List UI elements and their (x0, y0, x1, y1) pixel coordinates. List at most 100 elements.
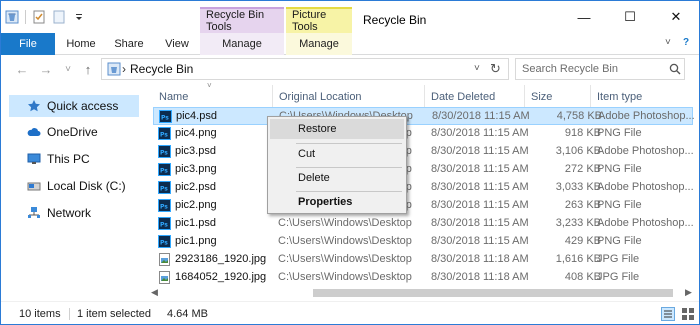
table-row[interactable]: Pspic3.psdC:\Users\Windows\Desktop8/30/2… (153, 143, 693, 161)
file-name: pic1.png (175, 235, 217, 247)
file-original-location: C:\Users\Windows\Desktop (278, 253, 412, 265)
horizontal-scrollbar[interactable]: ◀ ▶ (149, 285, 699, 301)
collapse-ribbon-icon[interactable]: ˅ (665, 37, 671, 48)
back-button[interactable]: ← (13, 60, 31, 78)
tab-file[interactable]: File (1, 33, 55, 55)
nav-item-this-pc[interactable]: This PC (9, 148, 139, 170)
file-list: ˅ Name Original Location Date Deleted Si… (149, 81, 699, 301)
recent-locations-button[interactable]: ˅ (59, 60, 77, 78)
details-view-icon[interactable] (661, 307, 675, 321)
address-row: ← → ˅ ↑ › Recycle Bin ˅ ↻ (1, 56, 699, 82)
properties-icon[interactable] (32, 10, 46, 24)
table-row[interactable]: Pspic2.psdC:\Users\Windows\Desktop8/30/2… (153, 179, 693, 197)
column-header-item-type[interactable]: Item type (591, 85, 695, 109)
help-icon[interactable]: ? (683, 37, 689, 48)
forward-button[interactable]: → (37, 60, 55, 78)
table-row[interactable]: Pspic4.pngC:\Users\Windows\Desktop8/30/2… (153, 125, 693, 143)
selection-count: 1 item selected (77, 308, 151, 320)
star-icon (27, 99, 41, 113)
address-path[interactable]: Recycle Bin (130, 62, 193, 76)
tab-manage-recycle-bin[interactable]: Manage (200, 33, 284, 55)
file-item-type: Adobe Photoshop... (597, 181, 693, 193)
large-icons-view-icon[interactable] (681, 307, 695, 321)
nav-label: Network (47, 206, 92, 220)
window-title: Recycle Bin (363, 13, 427, 27)
table-row[interactable]: Ps pic1.psd C:\Users\Windows\Desktop 8/30/2… (153, 215, 693, 233)
file-date-deleted: 8/30/2018 11:15 AM (431, 235, 529, 247)
psd-file-icon: Ps (158, 145, 171, 158)
customize-qat-icon[interactable] (72, 10, 86, 24)
tab-share[interactable]: Share (109, 33, 149, 55)
up-button[interactable]: ↑ (79, 60, 97, 78)
nav-item-quick-access[interactable]: Quick access (9, 95, 139, 117)
recycle-bin-app-icon (5, 10, 19, 24)
column-header-original-location[interactable]: Original Location (273, 85, 425, 109)
nav-item-local-disk[interactable]: Local Disk (C:) (9, 175, 139, 197)
table-row[interactable]: Pspic3.pngC:\Users\Windows\Desktop8/30/2… (153, 161, 693, 179)
tab-home[interactable]: Home (61, 33, 101, 55)
psd-file-icon: Ps (159, 110, 172, 123)
tab-view[interactable]: View (157, 33, 197, 55)
menu-item-restore[interactable]: Restore (270, 119, 404, 139)
menu-item-properties[interactable]: Properties (270, 192, 404, 212)
item-count: 10 items (19, 308, 61, 320)
file-size: 272 KB (564, 163, 601, 175)
column-header-size[interactable]: Size (525, 85, 591, 109)
nav-item-onedrive[interactable]: OneDrive (9, 121, 139, 143)
file-original-location: C:\Users\Windows\Desktop (278, 217, 412, 229)
table-row[interactable]: Ps pic1.png C:\Users\Windows\Desktop 8/30/2… (153, 233, 693, 251)
scroll-thumb[interactable] (313, 289, 673, 297)
file-name: pic1.psd (175, 217, 216, 229)
selection-size: 4.64 MB (167, 308, 208, 320)
file-item-type: PNG File (597, 235, 642, 247)
minimize-button[interactable]: — (561, 1, 607, 33)
nav-label: This PC (47, 152, 90, 166)
scroll-left-icon[interactable]: ◀ (151, 287, 158, 298)
file-size: 3,233 KB (555, 217, 601, 229)
scroll-right-icon[interactable]: ▶ (685, 287, 692, 298)
network-icon (27, 206, 41, 220)
file-size: 3,033 KB (555, 181, 601, 193)
status-separator (69, 308, 70, 320)
address-dropdown-icon[interactable]: ˅ (474, 63, 480, 74)
png-file-icon: Ps (158, 163, 171, 176)
tab-manage-picture[interactable]: Manage (286, 33, 352, 55)
new-folder-icon[interactable] (52, 10, 66, 24)
context-menu: Restore Cut Delete Properties (267, 116, 407, 214)
jpg-file-icon (158, 253, 171, 266)
column-header-name[interactable]: Name (153, 85, 273, 109)
close-button[interactable]: ✕ (653, 1, 699, 33)
menu-item-delete[interactable]: Delete (270, 168, 404, 188)
nav-label: OneDrive (47, 125, 98, 139)
table-row[interactable]: Pspic2.pngC:\Users\Windows\Desktop8/30/2… (153, 197, 693, 215)
file-item-type: PNG File (597, 199, 642, 211)
jpg-file-icon (158, 271, 171, 284)
refresh-icon[interactable]: ↻ (490, 61, 501, 77)
table-row[interactable]: Pspic4.psdC:\Users\Windows\Desktop8/30/2… (153, 107, 694, 125)
maximize-button[interactable]: ☐ (607, 1, 653, 33)
file-name: 2923186_1920.jpg (175, 253, 267, 265)
table-row[interactable]: 2923186_1920.jpg C:\Users\Windows\Desktop… (153, 251, 693, 269)
search-icon[interactable] (669, 63, 681, 75)
menu-item-cut[interactable]: Cut (270, 144, 404, 164)
file-date-deleted: 8/30/2018 11:15 AM (431, 181, 529, 193)
explorer-window: Recycle Bin Tools Picture Tools Recycle … (0, 0, 700, 325)
file-original-location: C:\Users\Windows\Desktop (278, 235, 412, 247)
png-file-icon: Ps (158, 199, 171, 212)
file-item-type: JPG File (597, 271, 640, 283)
file-date-deleted: 8/30/2018 11:15 AM (431, 217, 529, 229)
file-date-deleted: 8/30/2018 11:15 AM (431, 163, 529, 175)
navigation-pane: Quick access OneDrive This PC Local Disk… (1, 89, 143, 299)
file-date-deleted: 8/30/2018 11:15 AM (431, 199, 529, 211)
address-bar[interactable]: › Recycle Bin ˅ ↻ (101, 58, 509, 80)
nav-item-network[interactable]: Network (9, 202, 139, 224)
qat-separator (25, 10, 26, 24)
svg-text:Ps: Ps (160, 240, 168, 247)
file-date-deleted: 8/30/2018 11:18 AM (431, 253, 529, 265)
search-input[interactable] (515, 58, 685, 80)
column-header-date-deleted[interactable]: Date Deleted (425, 85, 525, 109)
file-date-deleted: 8/30/2018 11:18 AM (431, 271, 529, 283)
computer-icon (27, 152, 41, 166)
svg-text:Ps: Ps (160, 150, 168, 157)
file-item-type: Adobe Photoshop... (598, 110, 694, 122)
